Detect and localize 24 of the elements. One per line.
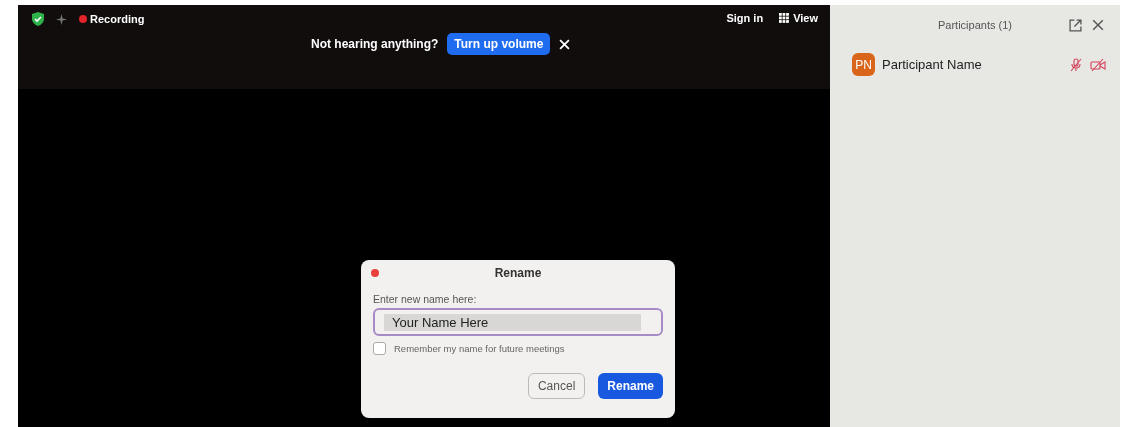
avatar: PN: [852, 53, 875, 76]
name-input-field[interactable]: Your Name Here: [373, 308, 663, 336]
grid-icon[interactable]: [779, 13, 790, 23]
sign-in-link[interactable]: Sign in: [726, 12, 764, 24]
cancel-button[interactable]: Cancel: [527, 373, 586, 399]
shield-icon[interactable]: [32, 12, 44, 26]
close-dot[interactable]: [371, 269, 379, 277]
participant-name: Participant Name: [882, 57, 983, 72]
dialog-title: Rename: [494, 266, 542, 280]
remember-checkbox[interactable]: [373, 342, 386, 355]
muted-mic-icon[interactable]: [1070, 57, 1082, 72]
sparkle-icon[interactable]: [56, 13, 67, 25]
recording-dot: [79, 15, 87, 23]
view-button[interactable]: View: [793, 12, 818, 24]
panel-title: Participants (1): [938, 19, 1012, 31]
close-icon[interactable]: [1092, 19, 1104, 31]
recording-label[interactable]: Recording: [90, 13, 145, 25]
checkbox-label: Remember my name for future meetings: [394, 343, 565, 354]
rename-button[interactable]: Rename: [598, 373, 663, 399]
turn-up-volume-button[interactable]: Turn up volume: [447, 33, 551, 55]
notice-text: Not hearing anything?: [311, 37, 439, 51]
field-label: Enter new name here:: [373, 293, 478, 305]
pop-out-icon[interactable]: [1069, 18, 1082, 32]
camera-off-icon[interactable]: [1090, 57, 1106, 72]
